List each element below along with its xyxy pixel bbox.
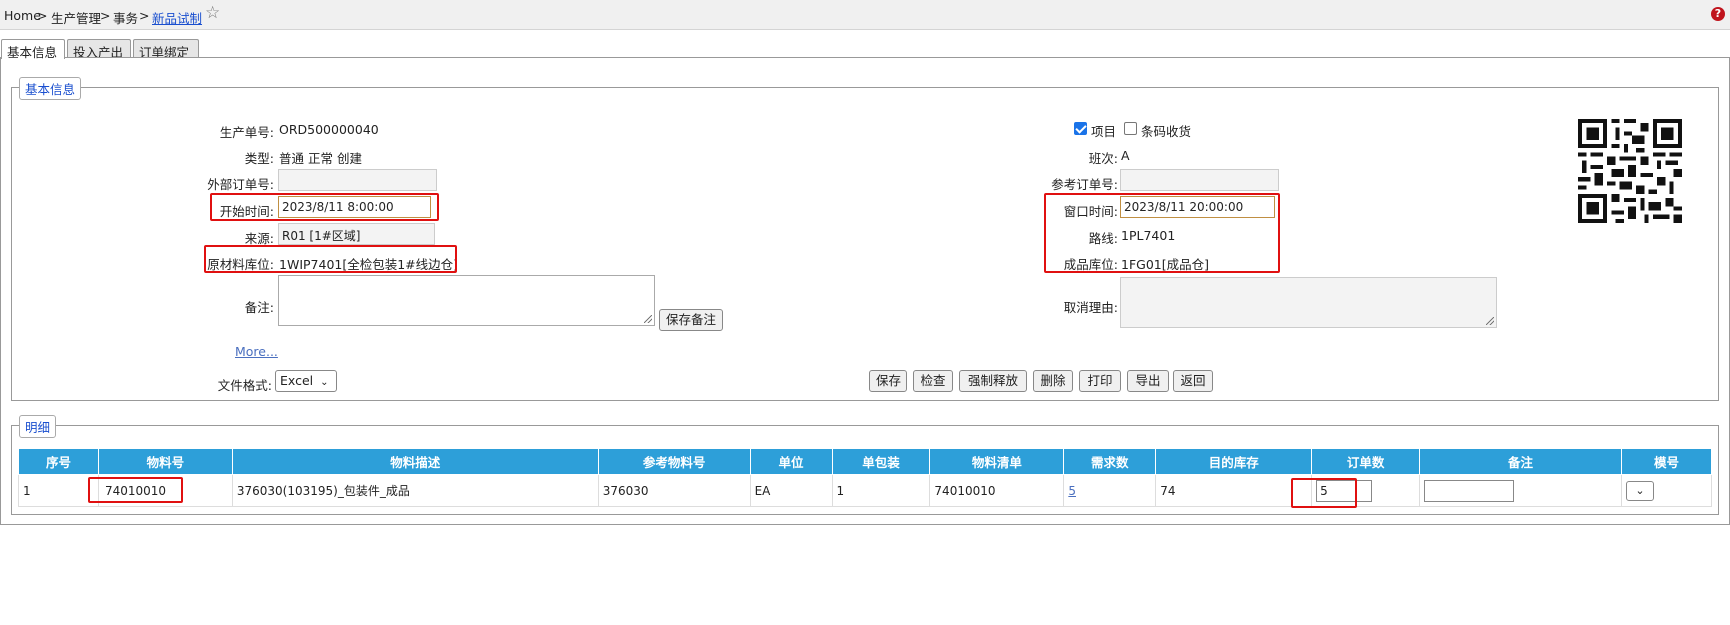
cancel-reason-textarea[interactable] <box>1120 277 1497 328</box>
more-link[interactable]: More... <box>235 344 278 359</box>
column-header-remark[interactable]: 备注 <box>1419 448 1622 475</box>
cell-reference-material: 376030 <box>597 474 751 507</box>
order-no-value: ORD500000040 <box>279 122 379 137</box>
column-header-target-stock[interactable]: 目的库存 <box>1155 448 1313 475</box>
column-header-mold-no[interactable]: 模号 <box>1620 448 1713 475</box>
table-header-row: 序号 物料号 物料描述 参考物料号 单位 单包装 物料清单 需求数 目的库存 订… <box>18 448 1713 475</box>
cell-material-no: 74010010 <box>97 474 233 507</box>
detail-legend: 明细 <box>19 415 57 438</box>
print-button[interactable]: 打印 <box>1079 370 1121 392</box>
finished-location-value: 1FG01[成品仓] <box>1121 257 1209 272</box>
column-header-seq[interactable]: 序号 <box>18 448 99 475</box>
cancel-reason-label: 取消理由: <box>1063 300 1118 315</box>
row-remark-input[interactable] <box>1424 479 1515 502</box>
window-time-field[interactable]: 2023/8/11 20:00:00 <box>1120 196 1275 218</box>
start-time-field[interactable]: 2023/8/11 8:00:00 <box>278 196 431 218</box>
cell-description: 376030(103195)_包装件_成品 <box>231 474 599 507</box>
file-format-label: 文件格式: <box>217 378 272 393</box>
delete-button[interactable]: 删除 <box>1033 370 1073 392</box>
mold-no-select[interactable]: ⌄ <box>1625 480 1654 501</box>
cell-remark <box>1419 474 1622 507</box>
type-value: 普通 正常 创建 <box>279 151 362 166</box>
shift-label: 班次: <box>1088 151 1118 166</box>
column-header-unit-pack[interactable]: 单包装 <box>831 448 931 475</box>
raw-location-value: 1WIP7401[全检包装1#线边仓] <box>279 257 459 272</box>
cell-target-stock: 74 <box>1155 474 1313 507</box>
cell-order-qty: 5 <box>1311 474 1421 507</box>
column-header-reference-material[interactable]: 参考物料号 <box>597 448 751 475</box>
column-header-material-no[interactable]: 物料号 <box>97 448 233 475</box>
reference-order-field[interactable] <box>1120 169 1279 191</box>
order-no-label: 生产单号: <box>219 125 274 140</box>
column-header-bom[interactable]: 物料清单 <box>929 448 1065 475</box>
cell-demand-qty: 5 <box>1063 474 1157 507</box>
cell-unit: EA <box>749 474 833 507</box>
detail-table: 序号 物料号 物料描述 参考物料号 单位 单包装 物料清单 需求数 目的库存 订… <box>18 448 1713 507</box>
breadcrumb-home[interactable]: Home <box>4 8 41 23</box>
window-time-label: 窗口时间: <box>1063 204 1118 219</box>
table-row: 1 74010010 376030(103195)_包装件_成品 376030 … <box>18 474 1713 507</box>
barcode-receive-checkbox[interactable] <box>1124 122 1137 135</box>
breadcrumb-separator: > <box>100 8 111 23</box>
tab-order-binding[interactable]: 订单绑定 <box>133 39 199 60</box>
chevron-down-icon: ⌄ <box>1635 483 1645 497</box>
basic-info-legend: 基本信息 <box>19 77 82 100</box>
shift-value: A <box>1121 148 1130 163</box>
chevron-down-icon: ⌄ <box>320 377 329 388</box>
force-release-button[interactable]: 强制释放 <box>959 370 1027 392</box>
column-header-description[interactable]: 物料描述 <box>231 448 599 475</box>
column-header-unit[interactable]: 单位 <box>749 448 833 475</box>
external-order-field[interactable] <box>278 169 437 191</box>
finished-location-label: 成品库位: <box>1063 257 1118 272</box>
reference-order-label: 参考订单号: <box>1051 177 1118 192</box>
export-button[interactable]: 导出 <box>1127 370 1169 392</box>
star-outline-icon[interactable]: ☆ <box>205 3 220 23</box>
breadcrumb-separator: > <box>37 8 48 23</box>
barcode-receive-label: 条码收货 <box>1141 124 1192 139</box>
column-header-order-qty[interactable]: 订单数 <box>1311 448 1421 475</box>
project-checkbox[interactable] <box>1074 122 1087 135</box>
top-bar: Home > 生产管理 > 事务 > 新品试制 ☆ ? <box>0 0 1730 30</box>
cell-mold-no: ⌄ <box>1620 474 1713 507</box>
source-label: 来源: <box>244 231 274 246</box>
question-circle-icon[interactable]: ? <box>1711 7 1725 21</box>
remark-textarea[interactable] <box>278 275 655 326</box>
file-format-select[interactable]: Excel ⌄ <box>275 370 337 392</box>
check-button[interactable]: 检查 <box>913 370 953 392</box>
remark-label: 备注: <box>244 300 274 315</box>
qr-code-icon <box>1578 119 1682 223</box>
breadcrumb-production[interactable]: 生产管理 <box>51 8 101 27</box>
save-remark-button[interactable]: 保存备注 <box>659 309 724 331</box>
cell-unit-pack: 1 <box>831 474 931 507</box>
type-label: 类型: <box>244 151 274 166</box>
breadcrumb-transaction[interactable]: 事务 <box>113 8 138 27</box>
start-time-label: 开始时间: <box>219 204 274 219</box>
tab-input-output[interactable]: 投入产出 <box>67 39 131 60</box>
cell-bom: 74010010 <box>929 474 1065 507</box>
order-qty-input[interactable]: 5 <box>1316 479 1373 502</box>
column-header-demand-qty[interactable]: 需求数 <box>1063 448 1157 475</box>
breadcrumb-current: 新品试制 <box>152 11 203 26</box>
breadcrumb-separator: > <box>139 8 150 23</box>
project-label: 项目 <box>1091 124 1117 139</box>
tab-basic-info[interactable]: 基本信息 <box>1 39 65 60</box>
raw-location-label: 原材料库位: <box>207 257 274 272</box>
save-button[interactable]: 保存 <box>869 370 907 392</box>
file-format-value: Excel <box>280 373 314 388</box>
demand-qty-link[interactable]: 5 <box>1068 484 1076 498</box>
route-value: 1PL7401 <box>1121 228 1176 243</box>
cell-seq: 1 <box>18 474 99 507</box>
back-button[interactable]: 返回 <box>1173 370 1213 392</box>
external-order-label: 外部订单号: <box>207 177 274 192</box>
source-field: R01 [1#区域] <box>278 223 435 245</box>
route-label: 路线: <box>1088 231 1118 246</box>
